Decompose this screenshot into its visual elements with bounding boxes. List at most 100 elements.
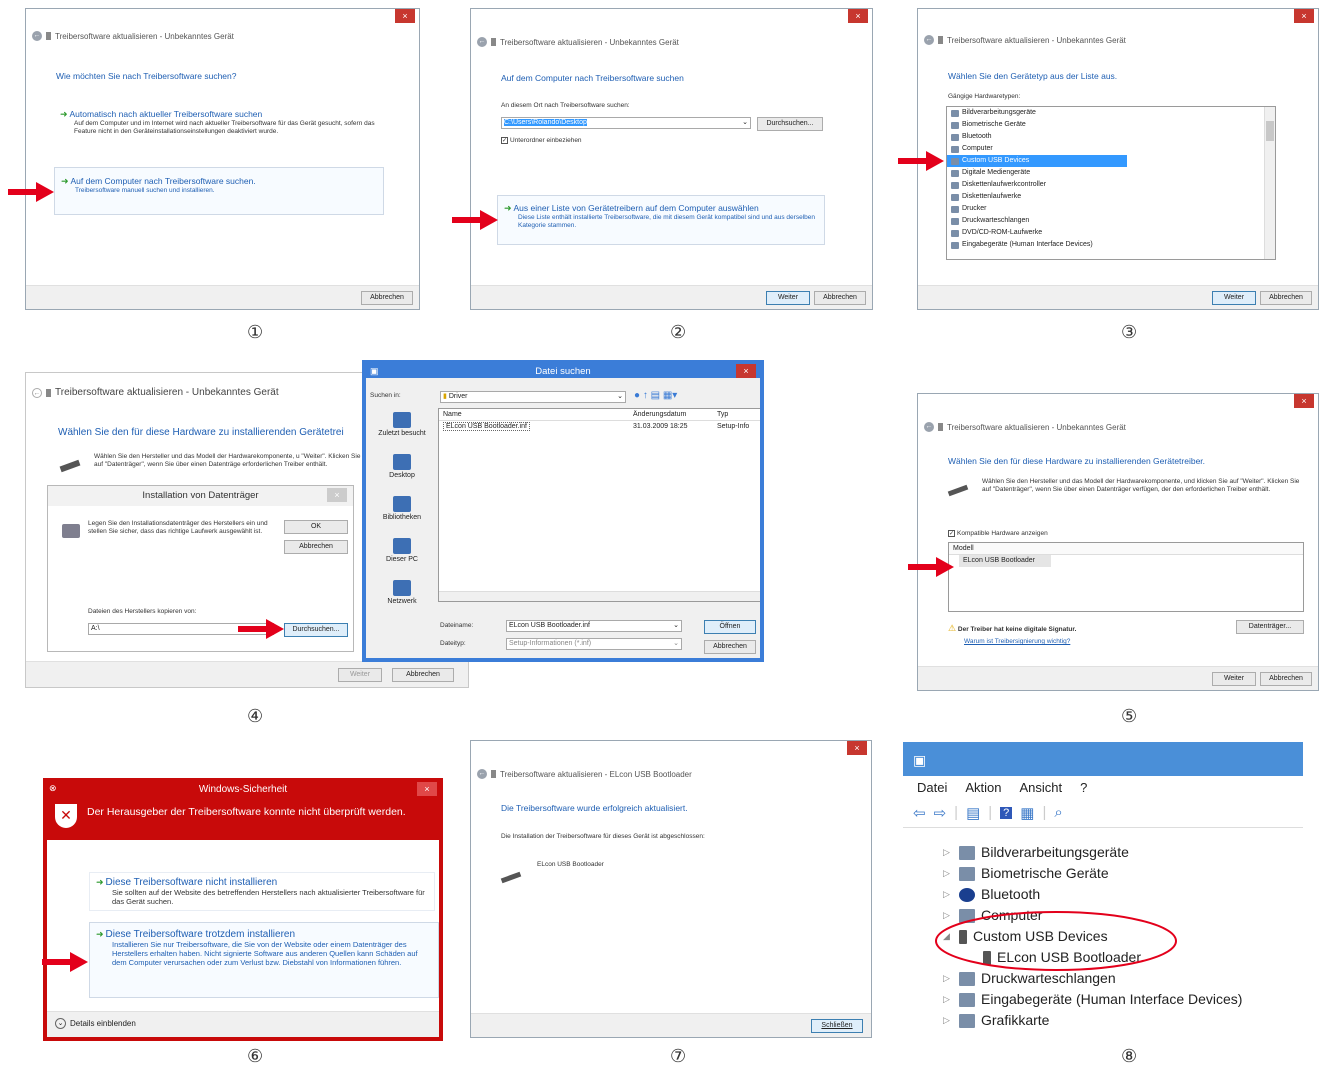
hardware-type-item[interactable]: DVD/CD-ROM-Laufwerke	[947, 227, 1127, 239]
lookin-select[interactable]: ▮ Driver ⌄	[440, 391, 626, 403]
hardware-type-item[interactable]: Drucker	[947, 203, 1127, 215]
menu-item[interactable]: Datei	[917, 780, 947, 795]
open-button[interactable]: Öffnen	[704, 620, 756, 634]
filetype-select[interactable]: Setup-Informationen (*.inf) ⌄	[506, 638, 682, 650]
next-button[interactable]: Weiter	[1212, 672, 1256, 686]
expand-arrow-icon[interactable]: ▷	[943, 863, 953, 884]
hardware-type-item[interactable]: Eingabegeräte (Human Interface Devices)	[947, 239, 1127, 251]
dialog-title: Windows-Sicherheit	[198, 784, 288, 795]
file-row[interactable]: ELcon USB Bootloader.inf 31.03.2009 18:2…	[439, 421, 760, 433]
horizontal-scrollbar[interactable]	[439, 591, 760, 601]
model-list[interactable]: Modell ELcon USB Bootloader	[948, 542, 1304, 612]
place-network[interactable]: Netzwerk	[370, 576, 434, 618]
back-arrow-icon[interactable]: ⇦	[913, 804, 926, 822]
back-icon[interactable]: ←	[924, 422, 934, 432]
toolbar-icons[interactable]: ● ↑ ▤ ▦▾	[634, 390, 677, 401]
back-icon[interactable]: ←	[32, 31, 42, 41]
browse-button[interactable]: Durchsuchen...	[757, 117, 823, 131]
cancel-button[interactable]: Abbrechen	[361, 291, 413, 305]
cancel-button[interactable]: Abbrechen	[704, 640, 756, 654]
back-icon[interactable]: ←	[32, 387, 42, 398]
column-header-date[interactable]: Änderungsdatum	[633, 409, 717, 420]
device-tree-item[interactable]: ▷ Biometrische Geräte	[939, 863, 1299, 884]
place-desktop[interactable]: Desktop	[370, 450, 434, 492]
red-arrow-icon	[898, 151, 944, 171]
close-button[interactable]: ×	[417, 782, 437, 796]
file-list[interactable]: Name Änderungsdatum Typ ELcon USB Bootlo…	[438, 408, 760, 602]
hardware-type-item[interactable]: Computer	[947, 143, 1127, 155]
cancel-button[interactable]: Abbrechen	[1260, 672, 1312, 686]
back-icon[interactable]: ←	[477, 769, 487, 779]
have-disk-button[interactable]: Datenträger...	[1236, 620, 1304, 634]
close-button[interactable]: ×	[1294, 394, 1314, 408]
device-tree-item[interactable]: ▷ Bluetooth	[939, 884, 1299, 905]
expand-arrow-icon[interactable]: ▷	[943, 884, 953, 905]
dialog-title: Treibersoftware aktualisieren - Unbekann…	[55, 387, 279, 398]
place-libraries[interactable]: Bibliotheken	[370, 492, 434, 534]
hardware-icon	[951, 121, 959, 129]
path-input[interactable]: C:\Users\Rolando\Desktop ⌄	[501, 117, 751, 129]
menu-item[interactable]: ?	[1080, 780, 1087, 795]
cancel-button[interactable]: Abbrechen	[284, 540, 348, 554]
close-button[interactable]: ×	[847, 741, 867, 755]
close-button-bottom[interactable]: Schließen	[811, 1019, 863, 1033]
next-button[interactable]: Weiter	[766, 291, 810, 305]
signing-link[interactable]: Warum ist Treibersignierung wichtig?	[964, 638, 1070, 646]
browse-button[interactable]: Durchsuchen...	[284, 623, 348, 637]
column-header-name[interactable]: Name	[439, 409, 633, 420]
view-icon[interactable]: ▦	[1020, 804, 1034, 822]
option-manual-search[interactable]: ➜ Auf dem Computer nach Treibersoftware …	[54, 167, 384, 215]
option-install-anyway[interactable]: ➜ Diese Treibersoftware trotzdem install…	[89, 922, 439, 998]
device-tree-item[interactable]: ▷ Bildverarbeitungsgeräte	[939, 842, 1299, 863]
device-tree-item[interactable]: ▷ Grafikkarte	[939, 1010, 1299, 1031]
cancel-button[interactable]: Abbrechen	[1260, 291, 1312, 305]
hardware-icon	[951, 133, 959, 141]
option-do-not-install[interactable]: ➜ Diese Treibersoftware nicht installier…	[89, 872, 435, 911]
hardware-type-list[interactable]: Bildverarbeitungsgeräte Biometrische Gerä…	[946, 106, 1276, 260]
scan-hardware-icon[interactable]: ⌕	[1054, 804, 1062, 821]
hardware-type-item[interactable]: Diskettenlaufwerke	[947, 191, 1127, 203]
place-this-pc[interactable]: Dieser PC	[370, 534, 434, 576]
back-icon[interactable]: ←	[477, 37, 487, 47]
hardware-type-item[interactable]: Biometrische Geräte	[947, 119, 1127, 131]
hardware-type-item[interactable]: Druckwarteschlangen	[947, 215, 1127, 227]
compat-checkbox[interactable]: ✓ Kompatible Hardware anzeigen	[948, 530, 1048, 538]
menu-item[interactable]: Aktion	[965, 780, 1001, 795]
close-button[interactable]: ×	[395, 9, 415, 23]
option-auto-search[interactable]: ➜ Automatisch nach aktueller Treibersoft…	[60, 109, 380, 136]
hardware-type-item[interactable]: Bluetooth	[947, 131, 1127, 143]
scrollbar[interactable]	[1264, 107, 1275, 259]
details-toggle[interactable]: ⌄ Details einblenden	[55, 1018, 136, 1029]
shield-icon: ✕	[55, 804, 77, 828]
menu-item[interactable]: Ansicht	[1020, 780, 1063, 795]
back-icon[interactable]: ←	[924, 35, 934, 45]
properties-icon[interactable]: ▤	[966, 804, 980, 822]
cancel-button[interactable]: Abbrechen	[814, 291, 866, 305]
hardware-type-item[interactable]: Digitale Mediengeräte	[947, 167, 1127, 179]
help-icon[interactable]: ?	[1000, 806, 1013, 819]
hardware-type-item[interactable]: Bildverarbeitungsgeräte	[947, 107, 1127, 119]
step-number: ③	[1121, 322, 1138, 343]
filename-input[interactable]: ELcon USB Bootloader.inf ⌄	[506, 620, 682, 632]
subfolders-checkbox[interactable]: ✓ Unterordner einbeziehen	[501, 137, 582, 145]
hardware-type-item[interactable]: Custom USB Devices	[947, 155, 1127, 167]
close-button[interactable]: ×	[848, 9, 868, 23]
close-button[interactable]: ×	[327, 488, 347, 502]
close-button[interactable]: ×	[736, 364, 756, 378]
hardware-type-item[interactable]: Diskettenlaufwerkcontroller	[947, 179, 1127, 191]
expand-arrow-icon[interactable]: ▷	[943, 989, 953, 1010]
column-header-type[interactable]: Typ	[717, 409, 728, 420]
next-button[interactable]: Weiter	[1212, 291, 1256, 305]
close-button[interactable]: ×	[1294, 9, 1314, 23]
model-item[interactable]: ELcon USB Bootloader	[959, 555, 1051, 567]
expand-arrow-icon[interactable]: ▷	[943, 1010, 953, 1031]
device-icon	[938, 36, 943, 44]
place-recent-places[interactable]: Zuletzt besucht	[370, 408, 434, 450]
red-arrow-icon	[42, 952, 88, 972]
expand-arrow-icon[interactable]: ▷	[943, 842, 953, 863]
forward-arrow-icon[interactable]: ⇨	[934, 804, 947, 822]
ok-button[interactable]: OK	[284, 520, 348, 534]
cancel-button[interactable]: Abbrechen	[392, 668, 454, 682]
device-tree-item[interactable]: ▷ Eingabegeräte (Human Interface Devices)	[939, 989, 1299, 1010]
option-pick-from-list[interactable]: ➜ Aus einer Liste von Gerätetreibern auf…	[497, 195, 825, 245]
